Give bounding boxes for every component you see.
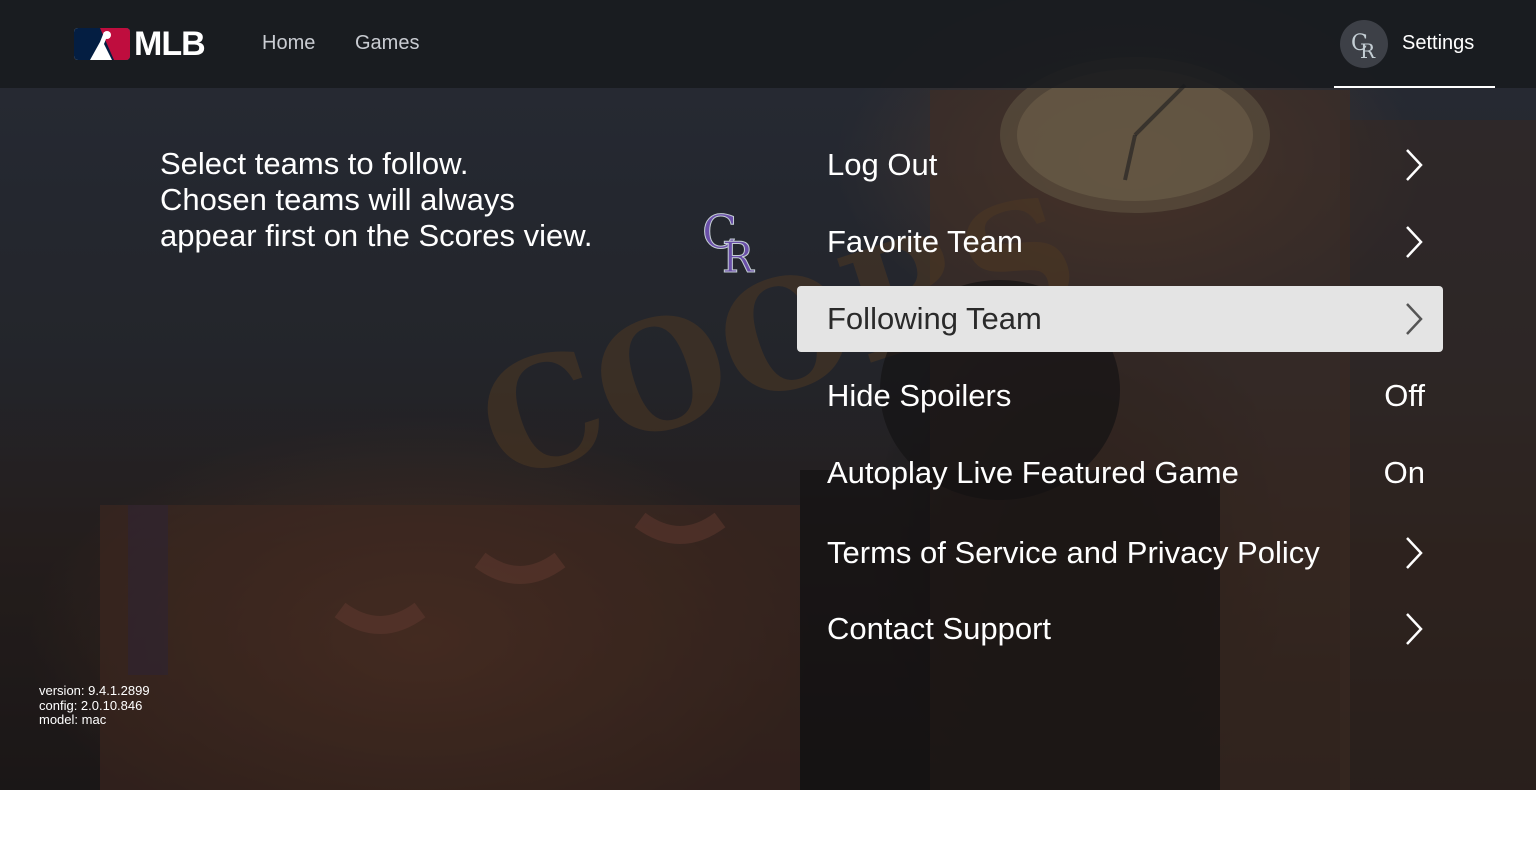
config-text: config: 2.0.10.846 xyxy=(39,697,143,713)
chevron-right-icon xyxy=(1406,613,1423,645)
menu-item-label: Terms of Service and Privacy Policy xyxy=(827,535,1320,570)
description-line: appear first on the Scores view. xyxy=(160,218,593,253)
mlb-batter-icon xyxy=(74,28,130,60)
description-line: Chosen teams will always xyxy=(160,182,515,217)
rockies-team-logo-icon: C R xyxy=(702,206,756,276)
menu-item-log-out[interactable]: Log Out xyxy=(797,132,1443,198)
svg-text:R: R xyxy=(722,233,755,276)
top-nav-bar: MLB Home Games C R Settings xyxy=(0,0,1536,88)
team-avatar: C R xyxy=(1340,20,1388,68)
menu-item-label: Autoplay Live Featured Game xyxy=(827,455,1239,490)
chevron-right-icon xyxy=(1406,537,1423,569)
menu-item-following-team[interactable]: Following Team xyxy=(797,286,1443,352)
menu-item-contact-support[interactable]: Contact Support xyxy=(797,596,1443,662)
version-info: version: 9.4.1.2899 config: 2.0.10.846 m… xyxy=(39,683,150,728)
svg-text:R: R xyxy=(1360,39,1376,60)
description-line: Select teams to follow. xyxy=(160,146,469,181)
menu-item-terms-privacy[interactable]: Terms of Service and Privacy Policy xyxy=(797,520,1443,586)
menu-item-label: Hide Spoilers xyxy=(827,378,1012,413)
following-team-description: Select teams to follow. Chosen teams wil… xyxy=(160,146,680,254)
menu-item-label: Log Out xyxy=(827,147,938,182)
nav-settings-tab[interactable]: C R Settings xyxy=(1334,0,1495,88)
settings-label: Settings xyxy=(1402,32,1475,54)
nav-games-link[interactable]: Games xyxy=(355,32,419,55)
menu-item-hide-spoilers[interactable]: Hide Spoilers Off xyxy=(797,363,1443,429)
hide-spoilers-value: Off xyxy=(1384,378,1425,413)
rockies-logo-icon: C R xyxy=(1351,31,1376,60)
autoplay-value: On xyxy=(1383,455,1425,490)
menu-item-label: Contact Support xyxy=(827,611,1052,646)
chevron-right-icon xyxy=(1406,303,1423,335)
mlb-logo-text: MLB xyxy=(134,25,206,63)
model-text: model: mac xyxy=(39,712,107,727)
nav-home-link[interactable]: Home xyxy=(262,32,315,55)
chevron-right-icon xyxy=(1406,226,1423,258)
menu-item-label: Following Team xyxy=(827,301,1042,336)
menu-item-favorite-team[interactable]: Favorite Team xyxy=(797,209,1443,275)
mlb-logo[interactable]: MLB xyxy=(74,25,206,63)
chevron-right-icon xyxy=(1406,149,1423,181)
menu-item-label: Favorite Team xyxy=(827,224,1023,259)
version-text: version: 9.4.1.2899 xyxy=(39,683,150,698)
menu-item-autoplay-live-featured-game[interactable]: Autoplay Live Featured Game On xyxy=(797,440,1443,506)
